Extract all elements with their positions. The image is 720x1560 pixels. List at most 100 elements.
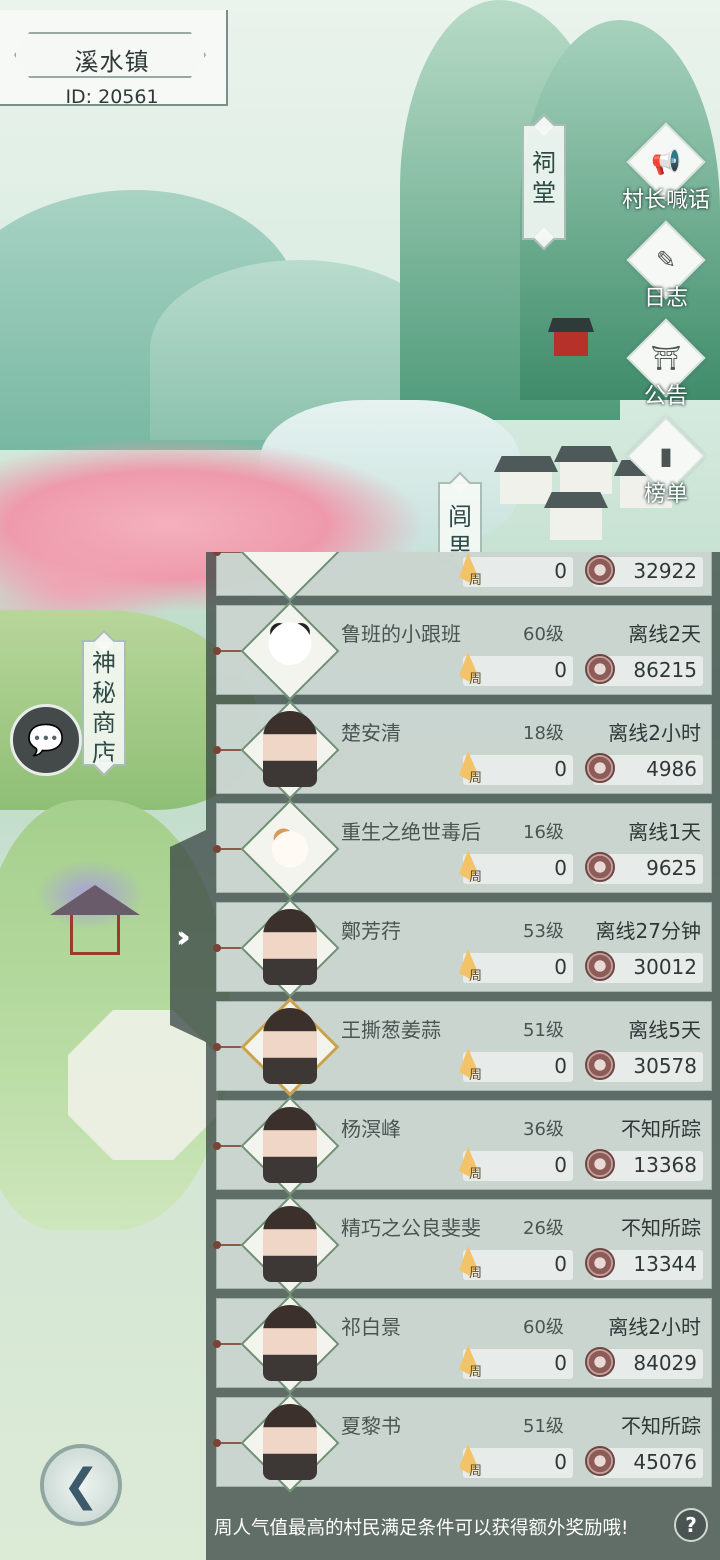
coin-amount: 30012 — [633, 955, 697, 979]
ranking-icon: ▮ — [659, 442, 673, 470]
weekly-popularity-value: 0 — [554, 1351, 567, 1375]
villager-name: 鲁班的小跟班 — [341, 622, 461, 646]
log-button[interactable]: ✎ 日志 — [620, 220, 712, 312]
avatar[interactable] — [263, 618, 317, 682]
coin-amount: 32922 — [633, 559, 697, 583]
village-name: 溪水镇 — [74, 48, 150, 76]
coin-icon — [585, 1050, 615, 1080]
coin-amount: 13344 — [633, 1252, 697, 1276]
ancestral-temple-building[interactable] — [548, 318, 594, 358]
villager-row[interactable]: 楚安清 18级 离线2小时周 0 4986 — [213, 700, 712, 800]
village-info-badge[interactable]: 溪水镇 ID: 20561 — [0, 10, 228, 108]
weekly-popularity-value: 0 — [554, 955, 567, 979]
village-id: ID: 20561 — [65, 86, 159, 108]
villager-level: 60级 — [523, 624, 564, 645]
weekly-popularity-value: 0 — [554, 1054, 567, 1078]
coin-amount: 9625 — [646, 856, 697, 880]
weekly-popularity-value: 0 — [554, 1450, 567, 1474]
villager-row[interactable]: 夏黎书 51级 不知所踪周 0 45076 — [213, 1393, 712, 1493]
avatar[interactable] — [263, 1206, 317, 1282]
villager-level: 53级 — [523, 921, 564, 942]
villager-row[interactable]: 鲁班的小跟班 60级 离线2天周 0 86215 — [213, 601, 712, 701]
villager-row[interactable]: 鄭芳荇 53级 离线27分钟周 0 30012 — [213, 898, 712, 998]
villager-level: 18级 — [523, 723, 564, 744]
villager-online-status: 不知所踪 — [621, 1117, 701, 1141]
villager-name: 祁白景 — [341, 1315, 401, 1339]
help-button[interactable]: ? — [674, 1508, 708, 1542]
pavilion[interactable] — [50, 875, 140, 965]
menu-label: 公告 — [643, 384, 688, 409]
villager-name: 夏黎书 — [341, 1414, 401, 1438]
coin-icon — [585, 753, 615, 783]
villager-online-status: 离线5天 — [628, 1018, 701, 1042]
villager-level: 36级 — [523, 1119, 564, 1140]
avatar[interactable] — [263, 1404, 317, 1480]
villager-name: 王撕葱姜蒜 — [341, 1018, 441, 1042]
coin-icon — [585, 1248, 615, 1278]
map-label-mystery-shop[interactable]: 神秘商店 — [82, 640, 126, 767]
villager-row[interactable]: 重生之绝世毒后 16级 离线1天周 0 9625 — [213, 799, 712, 899]
coin-icon — [585, 654, 615, 684]
villager-online-status: 不知所踪 — [621, 1216, 701, 1240]
avatar[interactable] — [263, 1305, 317, 1381]
coin-icon — [585, 1347, 615, 1377]
avatar[interactable] — [263, 816, 317, 880]
coin-icon — [585, 555, 615, 585]
villager-level: 16级 — [523, 822, 564, 843]
reward-hint-text: 周人气值最高的村民满足条件可以获得额外奖励哦! — [214, 1518, 629, 1539]
villager-name: 重生之绝世毒后 — [341, 820, 481, 844]
weekly-popularity-value: 0 — [554, 856, 567, 880]
village-head-speech-button[interactable]: 📢 村长喊话 — [620, 122, 712, 214]
villager-level: 51级 — [523, 1416, 564, 1437]
villager-online-status: 离线1天 — [628, 820, 701, 844]
menu-label: 日志 — [643, 286, 688, 311]
villager-level: 26级 — [523, 1218, 564, 1239]
coin-icon — [585, 1149, 615, 1179]
coin-icon — [585, 1446, 615, 1476]
weekly-popularity-value: 0 — [554, 1252, 567, 1276]
villager-row[interactable]: 杨溟峰 36级 不知所踪周 0 13368 — [213, 1096, 712, 1196]
scroll-icon: ✎ — [655, 246, 677, 274]
weekly-popularity-value: 0 — [554, 1153, 567, 1177]
villager-online-status: 离线2天 — [628, 622, 701, 646]
villager-online-status: 离线2小时 — [608, 1315, 701, 1339]
megaphone-icon: 📢 — [651, 148, 681, 176]
chat-bubble-icon: 💬 — [27, 722, 65, 758]
map-label-neighborhood[interactable]: 闾里 — [438, 482, 482, 562]
villager-online-status: 离线27分钟 — [595, 919, 701, 943]
panel-footer: 周人气值最高的村民满足条件可以获得额外奖励哦! ? — [206, 1502, 720, 1552]
menu-label: 村长喊话 — [621, 188, 710, 213]
villager-row[interactable]: 祁白景 60级 离线2小时周 0 84029 — [213, 1294, 712, 1394]
double-chevron-right-icon[interactable]: ›› — [176, 920, 190, 955]
avatar[interactable] — [263, 909, 317, 985]
notice-board-icon: ⛩ — [650, 344, 682, 372]
villager-level: 60级 — [523, 1317, 564, 1338]
avatar[interactable] — [263, 1107, 317, 1183]
villager-name: 杨溟峰 — [341, 1117, 401, 1141]
back-arrow-icon: ❮ — [62, 1459, 100, 1511]
ranking-button[interactable]: ▮ 榜单 — [620, 416, 712, 508]
avatar[interactable] — [263, 711, 317, 787]
weekly-popularity-value: 0 — [554, 559, 567, 583]
villager-row[interactable]: 养殖员周032922 — [213, 552, 712, 602]
coin-amount: 86215 — [633, 658, 697, 682]
villager-list-panel: 养殖员周032922鲁班的小跟班60级离线2天周086215楚安清18级离线2小… — [206, 552, 720, 1560]
coin-amount: 4986 — [646, 757, 697, 781]
villager-row[interactable]: 王撕葱姜蒜 51级 离线5天周 0 30578 — [213, 997, 712, 1097]
villager-online-status: 不知所踪 — [621, 1414, 701, 1438]
coin-amount: 30578 — [633, 1054, 697, 1078]
back-button[interactable]: ❮ — [40, 1444, 122, 1526]
coin-amount: 84029 — [633, 1351, 697, 1375]
menu-label: 榜单 — [643, 482, 688, 507]
weekly-popularity-value: 0 — [554, 757, 567, 781]
map-label-ancestral-hall[interactable]: 祠堂 — [522, 124, 566, 240]
coin-amount: 13368 — [633, 1153, 697, 1177]
coin-amount: 45076 — [633, 1450, 697, 1474]
notice-button[interactable]: ⛩ 公告 — [620, 318, 712, 410]
villager-row[interactable]: 精巧之公良斐斐 26级 不知所踪周 0 13344 — [213, 1195, 712, 1295]
avatar[interactable] — [263, 1008, 317, 1084]
villager-name: 鄭芳荇 — [341, 919, 401, 943]
chat-button[interactable]: 💬 — [10, 704, 82, 776]
villager-online-status: 离线2小时 — [608, 721, 701, 745]
coin-icon — [585, 951, 615, 981]
